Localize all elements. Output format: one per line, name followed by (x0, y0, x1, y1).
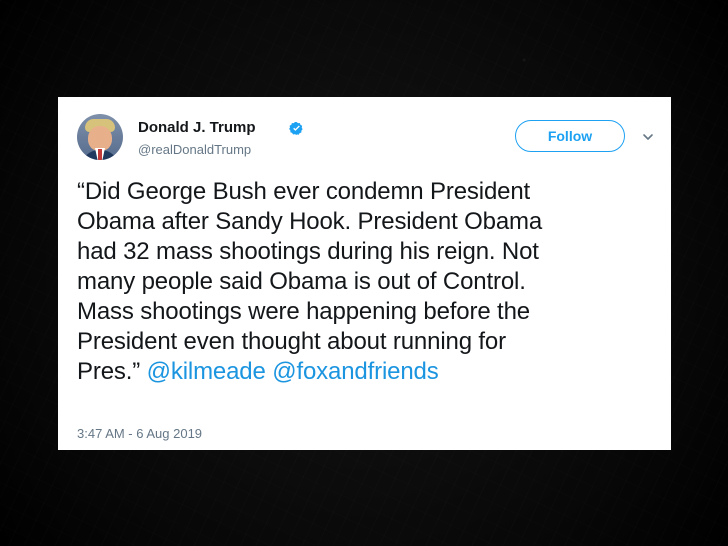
avatar[interactable] (77, 114, 123, 160)
mention-link-kilmeade[interactable]: @kilmeade (147, 358, 266, 385)
tweet-text: “Did George Bush ever condemn President … (77, 177, 647, 387)
tweet-text-ending: Pres.” (77, 358, 141, 385)
chevron-down-icon[interactable] (642, 131, 654, 143)
tweet-card: Donald J. Trump @realDonaldTrump Follow … (58, 97, 671, 450)
tweet-text-line: Obama after Sandy Hook. President Obama (77, 208, 543, 235)
tweet-text-line: “Did George Bush ever condemn President (77, 178, 531, 205)
author-display-name[interactable]: Donald J. Trump (138, 119, 256, 137)
avatar-tie (98, 149, 102, 160)
avatar-face (88, 126, 112, 151)
tweet-text-line: Mass shootings were happening before the (77, 298, 530, 325)
tweet-timestamp[interactable]: 3:47 AM - 6 Aug 2019 (77, 426, 202, 442)
verified-badge-icon (289, 122, 303, 135)
tweet-text-line: President even thought about running for (77, 328, 506, 355)
mention-link-foxandfriends[interactable]: @foxandfriends (272, 358, 439, 385)
tweet-text-line: many people said Obama is out of Control… (77, 268, 526, 295)
tweet-text-line-final: Pres.” @kilmeade @foxandfriends (77, 357, 647, 387)
author-handle[interactable]: @realDonaldTrump (138, 142, 251, 158)
tweet-text-line: had 32 mass shootings during his reign. … (77, 238, 539, 265)
follow-button[interactable]: Follow (515, 120, 625, 152)
